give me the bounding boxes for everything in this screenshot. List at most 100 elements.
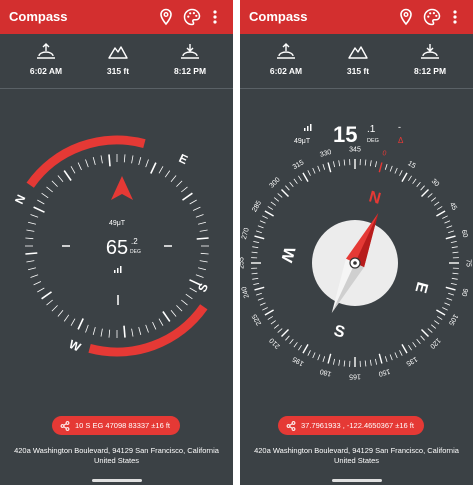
share-coordinates-button[interactable]: 37.7961933 , -122.4650367 ±16 ft [278,416,424,435]
dial-tick [317,354,321,361]
divider [0,88,233,89]
dial-tick [181,299,188,306]
dial-tick [338,359,341,366]
dial-tick [57,310,64,317]
home-indicator[interactable] [332,479,382,482]
dial-tick [384,356,388,363]
location-pin-icon[interactable] [156,7,176,27]
dial-tick [270,320,276,325]
dial-tick [420,185,425,191]
altitude-value: 315 ft [346,66,370,76]
dial-tick [442,215,448,219]
dial-tick [408,344,412,351]
dial-tick [259,302,266,306]
dial-tick [170,310,177,317]
address-text: 420a Washington Boulevard, 94129 San Fra… [254,446,459,465]
heading-unit: DEG [130,249,141,255]
dial-tick [108,329,111,338]
share-coordinates-button[interactable]: 10 S EG 47098 83337 ±16 ft [52,416,181,435]
dial-tick [33,206,45,213]
more-vertical-icon[interactable] [210,7,220,27]
degree-label: 15 [406,160,416,170]
dial-tick [63,170,72,181]
dial-tick [369,160,372,167]
dial-tick [255,230,262,234]
dial-tick [364,159,367,166]
dial-tick [85,159,89,168]
dial-tick [445,235,456,240]
altitude-value: 315 ft [106,66,130,76]
palette-icon[interactable] [422,7,442,27]
app-bar: Compass [240,0,473,34]
dial-tick [312,167,316,174]
dial-tick [317,165,321,172]
degree-label: 75 [465,259,472,267]
dial-tick [255,292,262,296]
dial-tick [401,172,408,182]
dial-tick [77,318,84,330]
dial-tick [421,189,429,197]
dial-tick [338,160,341,167]
dial-tick [199,260,208,263]
cardinal-e: E [411,280,430,295]
dial-tick [176,180,183,187]
dial-tick [302,344,309,354]
nav-bar [0,476,233,485]
location-pin-icon[interactable] [396,7,416,27]
sunrise-info: 6:02 AM [256,42,316,82]
north-pointer [111,176,133,200]
dial-tick [70,166,76,174]
dial-tick [307,350,311,356]
dial-tick [70,318,76,326]
compass-dial[interactable]: N E S W 49μT 65 .2 DEG [0,100,233,410]
dial-tick [254,235,265,240]
dial-tick [442,307,448,311]
dial-tick [196,237,209,240]
dial-tick [307,170,311,176]
signal-bars-icon [304,124,312,131]
degree-label: 210 [268,336,281,349]
degree-label: 240 [241,286,251,299]
palette-icon[interactable] [182,7,202,27]
dial-tick [394,167,398,174]
dial-tick [378,353,383,364]
dial-tick [302,172,309,182]
dial-tick [375,358,377,365]
mountain-icon [108,46,128,59]
dial-tick [364,360,367,367]
dial-tick [322,163,326,170]
dial-tick [298,175,302,182]
dial-tick [267,206,274,210]
dial-tick [123,154,126,163]
sunrise-icon [277,43,295,59]
heading-degree: 15 [333,122,357,147]
dial-tick [450,283,457,285]
dial-tick [289,338,294,345]
degree-label: 195 [292,355,306,367]
dial-tick [259,220,266,224]
dial-tick [436,309,446,316]
dial-tick [197,221,207,225]
degree-label: 180 [319,367,332,377]
dial-tick [281,189,289,197]
dial-tick [369,359,372,366]
dial-tick [138,156,142,166]
dial-tick [277,193,283,198]
dial-tick [293,178,298,184]
dial-tick [285,185,290,191]
dial-tick [189,199,197,205]
compass-dial[interactable]: 49μT 15 .1 DEG - Δ 0 15 30 45 60 75 90 105 120 13… [240,100,473,410]
home-indicator[interactable] [92,479,142,482]
dial-tick [251,251,258,254]
dial-tick [185,293,193,300]
dial-tick [26,229,35,232]
more-vertical-icon[interactable] [450,7,460,27]
app-title: Compass [249,9,308,24]
dial-tick [30,274,39,278]
dial-tick [343,360,346,367]
dial-tick [123,325,126,338]
dial-tick [399,170,403,176]
heading-decimal: .1 [367,124,376,135]
cardinal-n: N [12,192,28,206]
dial-tick [26,260,35,263]
